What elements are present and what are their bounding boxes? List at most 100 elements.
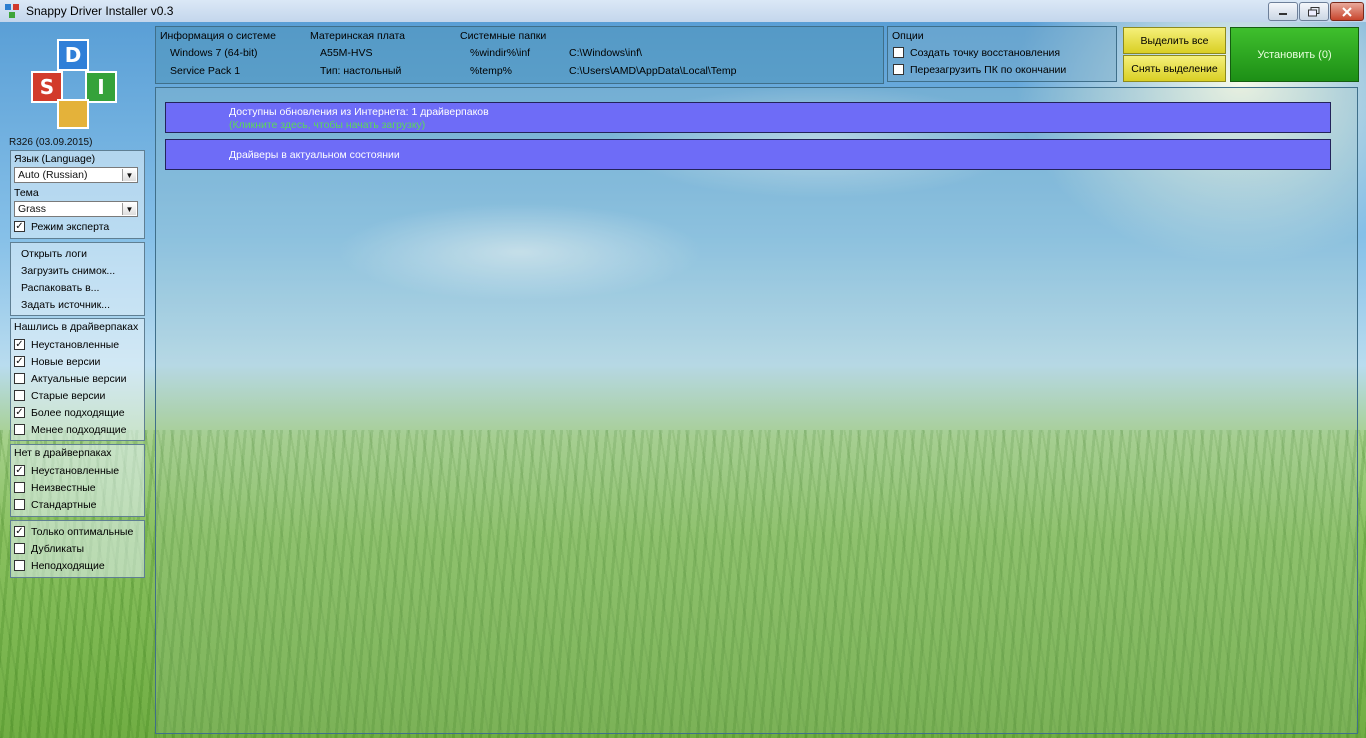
filter-label: Неустановленные (31, 338, 120, 351)
checkbox-checked[interactable]: ✓ (14, 356, 25, 367)
filter-label: Дубликаты (31, 542, 85, 555)
version-label: R326 (03.09.2015) (9, 137, 93, 148)
checkbox-unchecked[interactable] (893, 47, 904, 58)
checkbox-unchecked[interactable] (14, 373, 25, 384)
chevron-down-icon: ▼ (122, 203, 136, 215)
logo-letter-d: D (65, 43, 82, 67)
extract-to-link[interactable]: Распаковать в... (21, 282, 99, 294)
drivers-status-text: Драйверы в актуальном состоянии (229, 149, 400, 161)
filter-standard[interactable]: Стандартные (14, 497, 96, 512)
filter-optimal-only[interactable]: ✓ Только оптимальные (14, 524, 133, 539)
not-in-packs-title: Нет в драйверпаках (14, 447, 112, 459)
filter-unknown[interactable]: Неизвестные (14, 480, 96, 495)
motherboard-header: Материнская плата (310, 30, 405, 42)
system-info-panel: Информация о системе Windows 7 (64-bit) … (155, 26, 884, 84)
checkbox-unchecked[interactable] (14, 560, 25, 571)
drivers-status-bar[interactable]: Драйверы в актуальном состоянии (165, 139, 1331, 170)
select-all-button[interactable]: Выделить все (1123, 27, 1226, 54)
filter-worse[interactable]: Менее подходящие (14, 422, 126, 437)
windir-path[interactable]: C:\Windows\inf\ (569, 47, 642, 59)
filter-label: Более подходящие (31, 406, 125, 419)
filter-label: Неустановленные (31, 464, 120, 477)
filter-label: Только оптимальные (31, 525, 134, 538)
os-value: Windows 7 (64-bit) (170, 47, 258, 59)
filter-label: Новые версии (31, 355, 101, 368)
load-snapshot-link[interactable]: Загрузить снимок... (21, 265, 115, 277)
checkbox-checked[interactable]: ✓ (14, 526, 25, 537)
checkbox-checked[interactable]: ✓ (14, 339, 25, 350)
settings-group: Язык (Language) Auto (Russian) ▼ Тема Gr… (10, 150, 145, 239)
logo-letter-i: I (97, 75, 104, 99)
filter-unsuitable[interactable]: Неподходящие (14, 558, 105, 573)
motherboard-value: A55M-HVS (320, 47, 373, 59)
language-select[interactable]: Auto (Russian) ▼ (14, 167, 138, 183)
open-logs-link[interactable]: Открыть логи (21, 248, 87, 260)
checkbox-unchecked[interactable] (14, 482, 25, 493)
title-bar: Snappy Driver Installer v0.3 (0, 0, 1366, 23)
language-value: Auto (Russian) (18, 169, 88, 181)
close-icon (1342, 6, 1352, 17)
driver-list-panel (155, 87, 1358, 734)
found-in-packs-title: Нашлись в драйверпаках (14, 321, 139, 333)
system-info-header: Информация о системе (160, 30, 276, 42)
windir-var: %windir%\inf (470, 47, 531, 59)
filter-label: Старые версии (31, 389, 106, 402)
not-in-packs-group: Нет в драйверпаках ✓ Неустановленные Неи… (10, 444, 145, 517)
found-in-packs-group: Нашлись в драйверпаках ✓ Неустановленные… (10, 318, 145, 441)
restore-icon (1308, 6, 1320, 16)
reboot-label: Перезагрузить ПК по окончании (910, 63, 1067, 76)
service-pack-value: Service Pack 1 (170, 65, 241, 77)
options-title: Опции (892, 30, 924, 42)
checkbox-unchecked[interactable] (893, 64, 904, 75)
restore-point-label: Создать точку восстановления (910, 46, 1061, 59)
minimize-button[interactable] (1268, 2, 1298, 21)
checkbox-unchecked[interactable] (14, 499, 25, 510)
set-source-link[interactable]: Задать источник... (21, 299, 110, 311)
temp-var: %temp% (470, 65, 513, 77)
checkbox-unchecked[interactable] (14, 390, 25, 401)
deselect-button[interactable]: Снять выделение (1123, 55, 1226, 82)
filter-better[interactable]: ✓ Более подходящие (14, 405, 125, 420)
options-panel: Опции Создать точку восстановления Перез… (887, 26, 1117, 82)
system-folders-header: Системные папки (460, 30, 547, 42)
checkbox-unchecked[interactable] (14, 543, 25, 554)
extra-filters-group: ✓ Только оптимальные Дубликаты Неподходя… (10, 520, 145, 578)
expert-mode-label: Режим эксперта (31, 220, 110, 233)
filter-label: Неподходящие (31, 559, 105, 572)
checkbox-unchecked[interactable] (14, 424, 25, 435)
expert-mode-checkbox[interactable]: ✓ Режим эксперта (14, 219, 109, 234)
temp-path[interactable]: C:\Users\AMD\AppData\Local\Temp (569, 65, 736, 77)
reboot-checkbox[interactable]: Перезагрузить ПК по окончании (893, 62, 1066, 77)
filter-missing-not-installed[interactable]: ✓ Неустановленные (14, 463, 119, 478)
maximize-button[interactable] (1299, 2, 1329, 21)
sdi-logo: D S I (31, 39, 117, 129)
checkbox-checked[interactable]: ✓ (14, 407, 25, 418)
filter-duplicates[interactable]: Дубликаты (14, 541, 84, 556)
minimize-icon (1279, 12, 1287, 15)
install-button[interactable]: Установить (0) (1230, 27, 1359, 82)
theme-select[interactable]: Grass ▼ (14, 201, 138, 217)
update-download-hint[interactable]: (Кликните здесь, чтобы начать загрузку) (229, 119, 425, 131)
close-button[interactable] (1330, 2, 1364, 21)
filter-newer[interactable]: ✓ Новые версии (14, 354, 100, 369)
restore-point-checkbox[interactable]: Создать точку восстановления (893, 45, 1060, 60)
update-available-bar[interactable]: Доступны обновления из Интернета: 1 драй… (165, 102, 1331, 133)
filter-older[interactable]: Старые версии (14, 388, 105, 403)
actions-group: Открыть логи Загрузить снимок... Распако… (10, 242, 145, 316)
app-icon (5, 4, 19, 18)
window-title: Snappy Driver Installer v0.3 (26, 4, 174, 18)
filter-not-installed[interactable]: ✓ Неустановленные (14, 337, 119, 352)
filter-label: Менее подходящие (31, 423, 127, 436)
board-type-value: Тип: настольный (320, 65, 402, 77)
filter-current[interactable]: Актуальные версии (14, 371, 126, 386)
update-available-text: Доступны обновления из Интернета: 1 драй… (229, 106, 489, 118)
filter-label: Актуальные версии (31, 372, 127, 385)
filter-label: Стандартные (31, 498, 97, 511)
checkbox-checked[interactable]: ✓ (14, 221, 25, 232)
logo-letter-s: S (40, 75, 54, 99)
checkbox-checked[interactable]: ✓ (14, 465, 25, 476)
language-label: Язык (Language) (14, 153, 96, 165)
chevron-down-icon: ▼ (122, 169, 136, 181)
theme-label: Тема (14, 187, 39, 199)
theme-value: Grass (18, 203, 47, 215)
